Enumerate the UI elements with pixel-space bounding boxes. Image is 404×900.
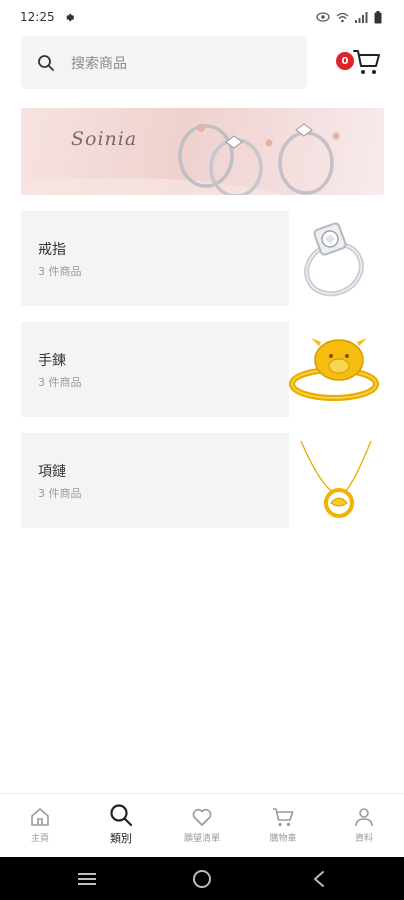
cart-count-badge: 0 <box>336 52 354 70</box>
category-count: 3 件商品 <box>38 487 82 500</box>
tab-wishlist[interactable]: 願望清單 <box>162 794 242 858</box>
category-count: 3 件商品 <box>38 265 82 278</box>
wifi-icon <box>336 12 349 22</box>
search-input[interactable]: 搜索商品 <box>21 36 307 89</box>
category-name: 戒指 <box>38 242 66 258</box>
eye-icon <box>316 12 330 22</box>
tab-profile[interactable]: 資料 <box>324 794 404 858</box>
back-icon[interactable] <box>312 870 326 888</box>
home-icon <box>31 808 49 826</box>
tab-label: 類別 <box>110 832 132 845</box>
signal-icon <box>355 11 368 23</box>
category-card-necklaces[interactable]: 項鏈 3 件商品 <box>21 433 289 528</box>
system-navigation-bar <box>0 857 404 900</box>
recent-apps-icon[interactable] <box>77 871 97 887</box>
category-count: 3 件商品 <box>38 376 82 389</box>
ring-image[interactable] <box>289 211 384 306</box>
status-bar: 12:25 <box>0 0 404 34</box>
banner-rings-image <box>21 123 340 195</box>
category-name: 項鏈 <box>38 464 66 480</box>
user-icon <box>355 808 373 827</box>
promo-banner[interactable]: Soinia <box>21 108 384 195</box>
tab-label: 購物車 <box>269 834 297 844</box>
bottom-tab-bar: 主頁 類別 願望清單 購物車 資料 <box>0 793 404 858</box>
bracelet-image[interactable] <box>289 322 384 417</box>
tab-label: 主頁 <box>30 834 49 844</box>
necklace-image[interactable] <box>289 433 384 528</box>
search-placeholder: 搜索商品 <box>71 55 127 72</box>
heart-icon <box>192 808 212 826</box>
home-circle-icon[interactable] <box>192 869 212 889</box>
tab-label: 資料 <box>354 834 373 844</box>
cart-button[interactable]: 0 <box>336 48 382 78</box>
battery-icon <box>374 10 382 23</box>
category-card-rings[interactable]: 戒指 3 件商品 <box>21 211 289 306</box>
settings-gear-icon <box>65 13 74 21</box>
tab-category[interactable]: 類別 <box>81 794 161 858</box>
tab-cart[interactable]: 購物車 <box>243 794 323 858</box>
tab-label: 願望清單 <box>183 834 220 844</box>
status-time: 12:25 <box>20 10 55 24</box>
search-icon <box>38 54 54 71</box>
category-name: 手鍊 <box>38 353 66 369</box>
cart-icon <box>353 50 380 74</box>
cart-icon <box>273 808 294 827</box>
search-icon <box>110 804 133 827</box>
search-row: 搜索商品 0 <box>21 36 387 89</box>
category-card-bracelets[interactable]: 手鍊 3 件商品 <box>21 322 289 417</box>
tab-home[interactable]: 主頁 <box>0 794 80 858</box>
